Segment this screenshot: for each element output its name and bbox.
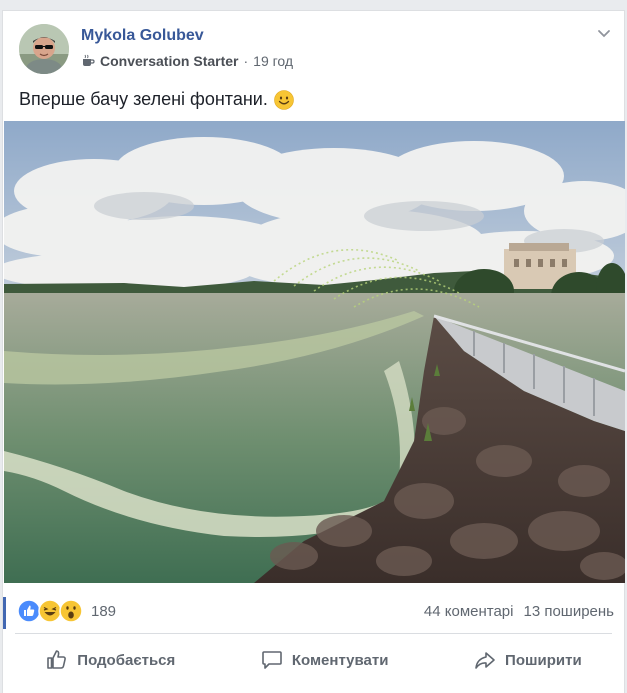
- author-name[interactable]: Mykola Golubev: [81, 27, 204, 45]
- stats-accent-bar: [3, 597, 6, 629]
- post-time[interactable]: 19 год: [253, 53, 293, 69]
- share-arrow-icon: [475, 652, 495, 669]
- thumbs-up-icon: [47, 650, 67, 669]
- reaction-count: 189: [91, 602, 117, 620]
- meta-separator: ·: [243, 53, 249, 69]
- badge-label[interactable]: Conversation Starter: [100, 53, 238, 69]
- post-photo[interactable]: [4, 121, 625, 583]
- coffee-cup-icon: [83, 54, 95, 66]
- post-card: Mykola Golubev Conversation Starter · 19…: [2, 10, 625, 693]
- divider: [15, 633, 612, 634]
- like-button[interactable]: Подобається: [31, 642, 189, 678]
- chevron-down-icon[interactable]: [596, 25, 612, 41]
- share-button[interactable]: Поширити: [459, 642, 596, 678]
- reactions-summary[interactable]: 189: [17, 599, 116, 623]
- comments-count[interactable]: 44 коментарі: [424, 603, 514, 620]
- post-text: Вперше бачу зелені фонтани.: [19, 89, 294, 110]
- action-bar: Подобається Коментувати Поширити: [3, 638, 624, 682]
- post-stats: 189 44 коментарі 13 поширень: [3, 595, 624, 631]
- post-meta: Conversation Starter · 19 год: [81, 53, 293, 69]
- avatar[interactable]: [19, 24, 69, 74]
- comment-button[interactable]: Коментувати: [246, 642, 403, 678]
- like-label: Подобається: [77, 651, 176, 669]
- share-label: Поширити: [505, 651, 582, 669]
- comment-label: Коментувати: [291, 651, 389, 669]
- comment-icon: [262, 651, 282, 669]
- shares-count[interactable]: 13 поширень: [523, 603, 614, 620]
- engagement-counts: 44 коментарі 13 поширень: [424, 603, 614, 620]
- smile-emoji-icon: [274, 89, 294, 110]
- wow-reaction-icon: [59, 599, 83, 623]
- post-message: Вперше бачу зелені фонтани.: [19, 89, 268, 109]
